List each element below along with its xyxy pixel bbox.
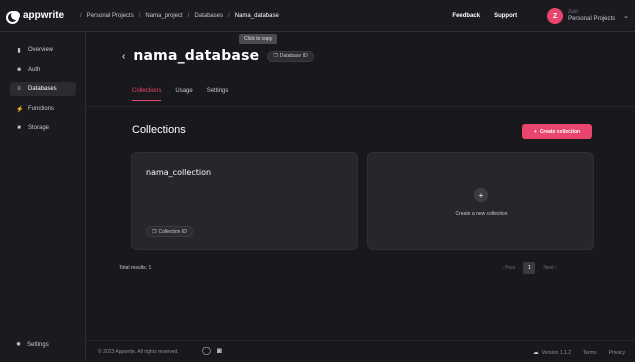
logo-text: appwrite xyxy=(23,10,65,21)
back-arrow-icon[interactable]: ‹ xyxy=(122,51,125,62)
copyright-text: © 2023 Appwrite. All rights reserved. xyxy=(98,349,179,355)
social-links: ◯ ◙ xyxy=(202,346,222,355)
page-title: ‹ nama_database ❐ Database ID xyxy=(122,48,314,64)
total-results: Total results: 1 xyxy=(119,265,152,271)
sidebar-item-overview[interactable]: ▮ Overview xyxy=(10,43,76,57)
terms-link[interactable]: Terms xyxy=(583,350,597,356)
footer: © 2023 Appwrite. All rights reserved. ◯ … xyxy=(86,340,635,362)
copy-icon: ❐ xyxy=(273,53,278,59)
avatar: Z xyxy=(547,8,564,24)
org-text: Zaid Personal Projects xyxy=(568,9,615,23)
create-collection-label: Create collection xyxy=(539,128,581,135)
create-collection-button[interactable]: + Create collection xyxy=(522,124,592,139)
support-button[interactable]: Support xyxy=(494,13,517,19)
organization-switcher[interactable]: Z Zaid Personal Projects ⌄ xyxy=(547,8,629,24)
sidebar-item-functions[interactable]: ⚡ Functions xyxy=(10,102,76,116)
collection-id-label: Collection ID xyxy=(158,228,187,235)
sidebar-item-label: Auth xyxy=(28,67,41,73)
sidebar-item-label: Settings xyxy=(27,341,49,348)
top-header: appwrite / Personal Projects / Nama_proj… xyxy=(0,0,635,32)
users-icon: ☻ xyxy=(16,67,23,73)
copy-tooltip: Click to copy xyxy=(239,34,278,44)
folder-icon: ■ xyxy=(17,125,21,131)
tab-usage[interactable]: Usage xyxy=(175,88,192,101)
database-icon: ≡ xyxy=(17,86,21,92)
sidebar-item-auth[interactable]: ☻ Auth xyxy=(10,63,76,77)
breadcrumb: / Personal Projects / Nama_project / Dat… xyxy=(80,12,279,19)
plus-circle-icon: + xyxy=(474,188,488,202)
create-new-collection-card[interactable]: + Create a new collection xyxy=(367,152,594,250)
create-new-collection-label: Create a new collection xyxy=(455,211,508,217)
next-button[interactable]: Next › xyxy=(543,265,556,271)
sidebar-item-databases[interactable]: ≡ Databases xyxy=(10,82,76,96)
sidebar-item-storage[interactable]: ■ Storage xyxy=(10,121,76,135)
tab-collections[interactable]: Collections xyxy=(132,88,162,101)
plus-icon: + xyxy=(533,128,537,135)
collection-name: nama_collection xyxy=(146,168,212,177)
database-name: nama_database xyxy=(133,48,260,64)
section-title: Collections xyxy=(132,124,186,136)
collection-card[interactable]: nama_collection ❐ Collection ID xyxy=(131,152,358,250)
lightning-icon: ⚡ xyxy=(16,106,24,113)
sidebar-item-label: Overview xyxy=(28,47,54,53)
tabs: Collections Usage Settings xyxy=(132,88,228,101)
breadcrumb-current-database[interactable]: Nama_database xyxy=(235,13,279,19)
chevron-down-icon: ⌄ xyxy=(623,13,629,20)
tab-settings[interactable]: Settings xyxy=(207,88,229,101)
appwrite-logo[interactable]: appwrite xyxy=(0,10,80,24)
prev-button[interactable]: ‹ Prev xyxy=(502,265,515,271)
pagination: ‹ Prev 1 Next › xyxy=(502,262,557,274)
breadcrumb-databases[interactable]: Databases xyxy=(194,13,223,19)
sidebar-item-settings[interactable]: ✹ Settings xyxy=(16,341,49,349)
tab-divider xyxy=(86,106,635,107)
chart-bars-icon: ▮ xyxy=(17,47,21,54)
cloud-icon: ☁ xyxy=(532,350,539,356)
user-name: Zaid xyxy=(568,9,578,15)
copy-icon: ❐ xyxy=(152,228,157,235)
main-content: Click to copy ‹ nama_database ❐ Database… xyxy=(86,32,635,362)
breadcrumb-project[interactable]: Nama_project xyxy=(145,13,182,19)
page-number-button[interactable]: 1 xyxy=(523,262,536,274)
org-name: Personal Projects xyxy=(568,16,616,22)
github-icon[interactable]: ◯ xyxy=(202,346,211,355)
collection-id-copy-button[interactable]: ❐ Collection ID xyxy=(146,226,193,237)
sidebar-item-label: Functions xyxy=(28,106,55,112)
discord-icon[interactable]: ◙ xyxy=(217,346,222,355)
breadcrumb-personal-projects[interactable]: Personal Projects xyxy=(87,13,134,19)
sidebar-item-label: Databases xyxy=(28,86,57,92)
sidebar-item-label: Storage xyxy=(28,125,50,131)
appwrite-logo-icon xyxy=(6,11,20,24)
feedback-button[interactable]: Feedback xyxy=(452,13,480,19)
database-id-label: Database ID xyxy=(279,53,308,59)
database-id-copy-button[interactable]: ❐ Database ID xyxy=(267,50,314,62)
sidebar: ▮ Overview ☻ Auth ≡ Databases ⚡ Function… xyxy=(0,32,86,362)
privacy-link[interactable]: Privacy xyxy=(609,350,625,356)
footer-links: ☁ Version 1.1.2 Terms Privacy xyxy=(532,349,625,357)
gear-icon: ✹ xyxy=(16,342,22,348)
header-actions: Feedback Support Z Zaid Personal Project… xyxy=(452,0,629,32)
version-text: Version 1.1.2 xyxy=(541,349,571,356)
